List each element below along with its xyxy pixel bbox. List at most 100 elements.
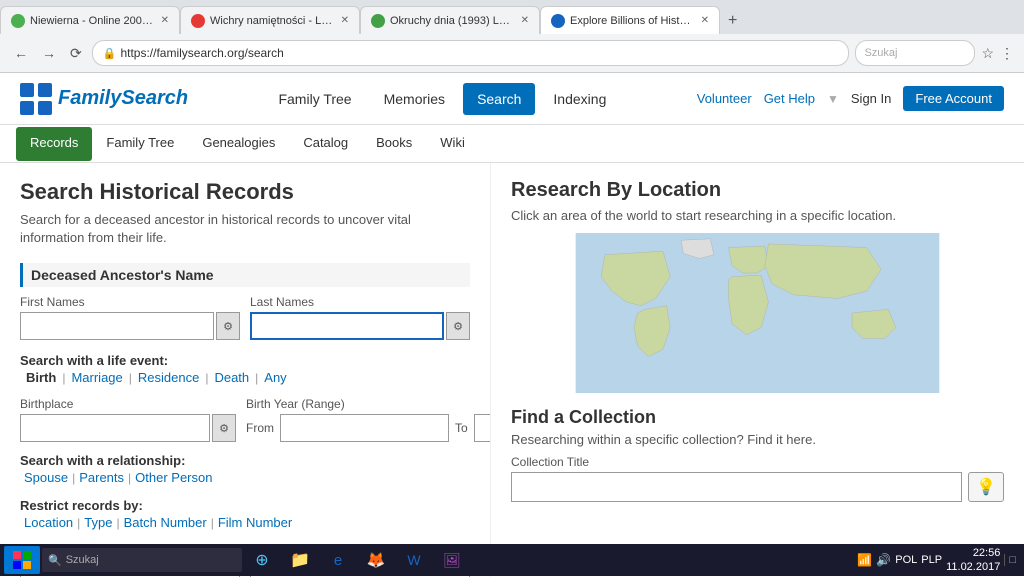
world-map[interactable]: [511, 233, 1004, 393]
taskbar-item-word[interactable]: W: [396, 546, 432, 574]
browser-tab-4[interactable]: Explore Billions of Historic... ✕: [540, 6, 720, 34]
taskbar-items: ⊕ 📁 e 🦊 W 🖼: [244, 546, 855, 574]
subnav-books[interactable]: Books: [362, 127, 426, 161]
birthyear-to-input[interactable]: [474, 414, 490, 442]
start-button[interactable]: [4, 546, 40, 574]
tab-close-1[interactable]: ✕: [161, 15, 169, 26]
relationship-other[interactable]: Other Person: [131, 468, 216, 487]
event-marriage[interactable]: Marriage: [65, 368, 128, 387]
birthplace-options-button[interactable]: ⚙: [212, 414, 236, 442]
nav-search[interactable]: Search: [463, 83, 535, 115]
last-names-field: Last Names ⚙: [250, 295, 470, 340]
relationship-spouse[interactable]: Spouse: [20, 468, 72, 487]
first-names-options-button[interactable]: ⚙: [216, 312, 240, 340]
subnav-records[interactable]: Records: [16, 127, 92, 161]
browser-tab-3[interactable]: Okruchy dnia (1993) Lekto... ✕: [360, 6, 540, 34]
taskbar-item-ie[interactable]: e: [320, 546, 356, 574]
volunteer-link[interactable]: Volunteer: [697, 91, 752, 106]
main-content: Search Historical Records Search for a d…: [0, 163, 1024, 577]
research-title: Research By Location: [511, 179, 1004, 202]
subnav-catalog[interactable]: Catalog: [289, 127, 362, 161]
address-bar[interactable]: 🔒 https://familysearch.org/search: [92, 40, 850, 66]
address-text: https://familysearch.org/search: [120, 46, 283, 60]
right-panel: Research By Location Click an area of th…: [490, 163, 1024, 577]
collection-title: Find a Collection: [511, 407, 1004, 428]
subnav-wiki[interactable]: Wiki: [426, 127, 479, 161]
lightbulb-icon: 💡: [976, 477, 996, 497]
restrict-section: Restrict records by: Location | Type | B…: [20, 497, 470, 532]
birthplace-label: Birthplace: [20, 397, 236, 411]
nav-indexing[interactable]: Indexing: [539, 83, 620, 115]
birthplace-field: Birthplace ⚙: [20, 397, 236, 442]
site-logo[interactable]: FamilySearch: [20, 83, 188, 115]
taskbar: 🔍 Szukaj ⊕ 📁 e 🦊 W 🖼 📶 🔊 POL PLP 22:56 1…: [0, 544, 1024, 576]
event-birth[interactable]: Birth: [20, 368, 62, 387]
taskbar-item-explorer[interactable]: 📁: [282, 546, 318, 574]
browser-tab-1[interactable]: Niewierna - Online 2002 L... ✕: [0, 6, 180, 34]
sign-in-button[interactable]: Sign In: [851, 91, 891, 106]
tab-label-1: Niewierna - Online 2002 L...: [30, 15, 155, 27]
tab-label-2: Wichry namiętności - Leg...: [210, 15, 335, 27]
taskbar-search[interactable]: 🔍 Szukaj: [42, 548, 242, 572]
site-header: FamilySearch Family Tree Memories Search…: [0, 73, 1024, 125]
collection-title-input[interactable]: [511, 472, 962, 502]
restrict-location[interactable]: Location: [20, 513, 77, 532]
browser-search-placeholder: Szukaj: [864, 47, 897, 59]
from-label: From: [246, 421, 274, 435]
first-names-input-group: ⚙: [20, 312, 240, 340]
subnav-family-tree[interactable]: Family Tree: [92, 127, 188, 161]
tab-close-3[interactable]: ✕: [521, 15, 529, 26]
show-desktop-button[interactable]: □: [1004, 554, 1016, 566]
browser-tab-2[interactable]: Wichry namiętności - Leg... ✕: [180, 6, 360, 34]
birthyear-range: From To: [246, 414, 490, 442]
volume-icon: 🔊: [876, 553, 891, 567]
birthyear-from-input[interactable]: [280, 414, 449, 442]
first-names-input[interactable]: [20, 312, 214, 340]
taskbar-time: 22:56: [946, 546, 1000, 560]
collection-search-button[interactable]: 💡: [968, 472, 1004, 502]
taskbar-item-edge[interactable]: ⊕: [244, 546, 280, 574]
get-help-link[interactable]: Get Help: [764, 91, 815, 106]
birthyear-field: Birth Year (Range) From To: [246, 397, 490, 442]
windows-logo-icon: [13, 551, 31, 569]
page-subtitle: Search for a deceased ancestor in histor…: [20, 211, 470, 247]
sub-nav: Records Family Tree Genealogies Catalog …: [0, 125, 1024, 163]
search-icon: 🔍: [48, 554, 62, 567]
taskbar-item-photos[interactable]: 🖼: [434, 546, 470, 574]
world-map-svg[interactable]: [511, 233, 1004, 393]
restrict-type[interactable]: Type: [80, 513, 116, 532]
nav-memories[interactable]: Memories: [370, 83, 459, 115]
subnav-genealogies[interactable]: Genealogies: [188, 127, 289, 161]
refresh-button[interactable]: ⟳: [66, 43, 86, 64]
browser-addressbar: ← → ⟳ 🔒 https://familysearch.org/search …: [0, 34, 1024, 72]
first-names-label: First Names: [20, 295, 240, 309]
bookmark-icon[interactable]: ☆: [981, 45, 994, 62]
birthplace-input[interactable]: [20, 414, 210, 442]
restrict-film[interactable]: Film Number: [214, 513, 296, 532]
forward-button[interactable]: →: [38, 43, 60, 63]
restrict-label: Restrict records by:: [20, 498, 143, 513]
birthplace-input-group: ⚙: [20, 414, 236, 442]
life-event-section: Search with a life event: Birth | Marria…: [20, 352, 470, 387]
event-residence[interactable]: Residence: [132, 368, 205, 387]
tab-close-4[interactable]: ✕: [701, 15, 709, 26]
taskbar-item-firefox[interactable]: 🦊: [358, 546, 394, 574]
collection-subtitle: Researching within a specific collection…: [511, 432, 1004, 447]
menu-icon[interactable]: ⋮: [1000, 45, 1014, 62]
last-names-input[interactable]: [250, 312, 444, 340]
new-tab-button[interactable]: +: [720, 8, 745, 34]
birthyear-label: Birth Year (Range): [246, 397, 490, 411]
first-names-field: First Names ⚙: [20, 295, 240, 340]
nav-family-tree[interactable]: Family Tree: [264, 83, 365, 115]
relationship-section: Search with a relationship: Spouse | Par…: [20, 452, 470, 487]
free-account-button[interactable]: Free Account: [903, 86, 1004, 111]
event-any[interactable]: Any: [258, 368, 292, 387]
tab-close-2[interactable]: ✕: [341, 15, 349, 26]
back-button[interactable]: ←: [10, 43, 32, 63]
event-death[interactable]: Death: [208, 368, 255, 387]
restrict-batch[interactable]: Batch Number: [120, 513, 211, 532]
relationship-parents[interactable]: Parents: [75, 468, 128, 487]
last-names-options-button[interactable]: ⚙: [446, 312, 470, 340]
collection-input-label: Collection Title: [511, 455, 1004, 469]
browser-search-box[interactable]: Szukaj: [855, 40, 975, 66]
